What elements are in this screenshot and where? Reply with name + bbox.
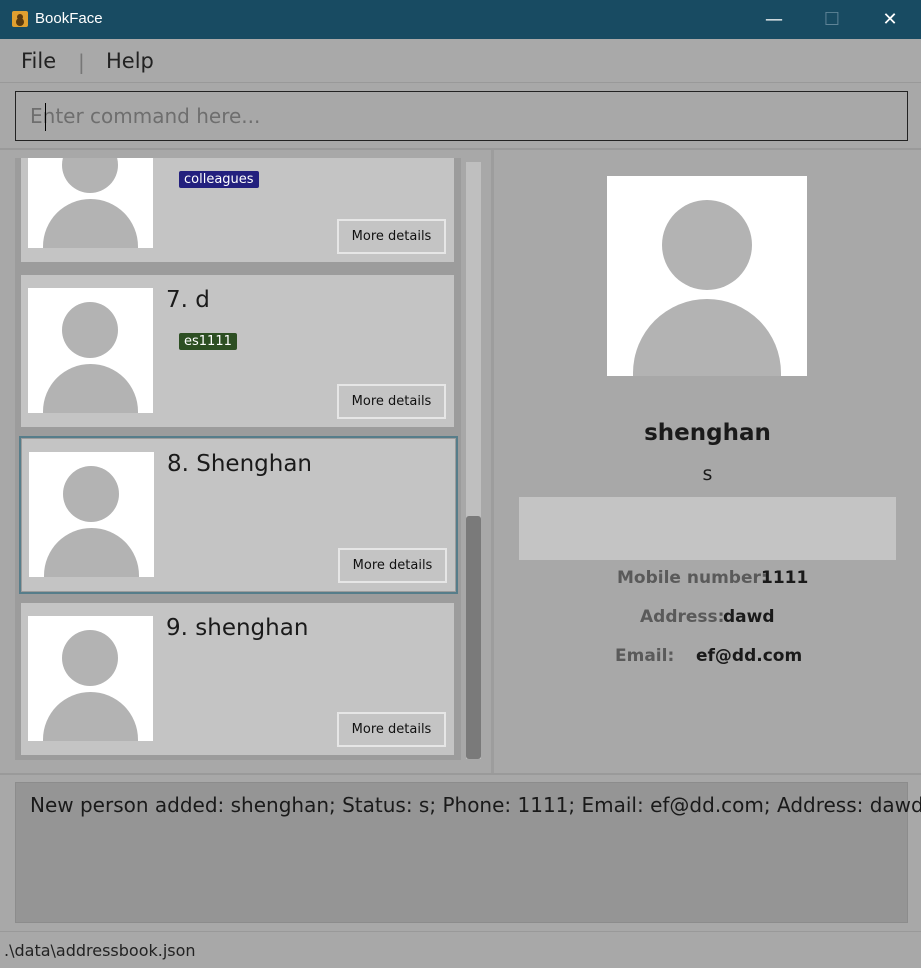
person-card[interactable]: colleagues More details	[21, 158, 454, 262]
scrollbar-thumb[interactable]	[466, 516, 481, 759]
mobile-value: 1111	[761, 568, 809, 588]
menu-file[interactable]: File	[21, 49, 56, 73]
detail-tags-area	[519, 497, 896, 560]
title-bar: BookFace — ☐ ✕	[0, 0, 921, 39]
person-card[interactable]: 9. shenghan More details	[21, 603, 454, 755]
address-value: dawd	[723, 607, 775, 627]
email-label: Email:	[615, 646, 675, 666]
status-bar: .\data\addressbook.json	[0, 931, 921, 968]
person-name: 9. shenghan	[166, 615, 309, 641]
avatar	[29, 452, 154, 577]
detail-name: shenghan	[644, 420, 771, 446]
detail-avatar	[607, 176, 807, 376]
command-box	[15, 91, 908, 141]
more-details-button[interactable]: More details	[337, 219, 446, 254]
person-card-selected[interactable]: 8. Shenghan More details	[19, 436, 458, 594]
menu-help[interactable]: Help	[106, 49, 154, 73]
avatar	[28, 158, 153, 248]
avatar	[28, 288, 153, 413]
result-message: New person added: shenghan; Status: s; P…	[30, 793, 921, 817]
mobile-label: Mobile number:	[617, 568, 768, 588]
address-label: Address:	[640, 607, 725, 627]
menu-separator: |	[78, 50, 85, 74]
email-value: ef@dd.com	[696, 646, 803, 666]
window-title: BookFace	[35, 10, 103, 27]
divider	[0, 773, 921, 775]
result-display[interactable]: New person added: shenghan; Status: s; P…	[15, 782, 921, 923]
menu-bar: File | Help	[0, 39, 921, 83]
person-name: 8. Shenghan	[167, 451, 313, 477]
close-button[interactable]: ✕	[861, 0, 919, 39]
minimize-button[interactable]: —	[745, 0, 803, 39]
save-location-path: .\data\addressbook.json	[4, 941, 196, 960]
person-list[interactable]: colleagues More details 7. d es1111 More…	[15, 158, 461, 760]
more-details-button[interactable]: More details	[337, 712, 446, 747]
text-caret	[45, 103, 46, 131]
person-name: 7. d	[166, 287, 210, 313]
more-details-button[interactable]: More details	[337, 384, 446, 419]
tag-badge: colleagues	[179, 171, 259, 188]
tag-badge: es1111	[179, 333, 237, 350]
list-scrollbar[interactable]	[466, 162, 481, 759]
command-input[interactable]	[16, 92, 907, 140]
maximize-button[interactable]: ☐	[803, 0, 861, 39]
address-book-icon	[12, 11, 28, 27]
more-details-button[interactable]: More details	[338, 548, 447, 583]
avatar	[28, 616, 153, 741]
person-detail-panel: shenghan s Mobile number: 1111 Address: …	[494, 150, 921, 774]
person-card[interactable]: 7. d es1111 More details	[21, 275, 454, 427]
detail-status: s	[702, 463, 713, 485]
